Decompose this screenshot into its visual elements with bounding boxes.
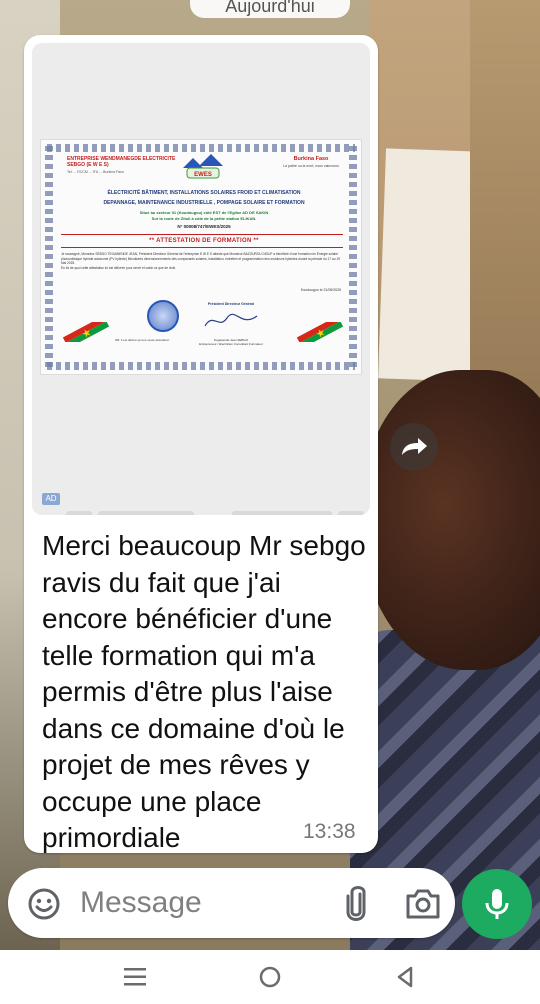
- certificate-title: ** ATTESTATION DE FORMATION **: [149, 238, 259, 244]
- blurred-caption: [338, 511, 364, 515]
- certificate-address-line1: Situé au secteur 01 (Koudougou) côté EST…: [139, 210, 269, 215]
- certificate-footnote: NB: Il est délivré qu'une seule attestat…: [115, 338, 170, 342]
- composer-bar: [0, 860, 540, 950]
- blurred-caption: [98, 511, 194, 515]
- certificate-document: ENTREPRISE WENDMANEGDE ELECTRICITE SEBGO…: [40, 139, 362, 375]
- recent-apps-button[interactable]: [120, 962, 150, 992]
- camera-button[interactable]: [403, 886, 443, 922]
- certificate-services-line2: DEPANNAGE, MAINTENANCE INDUSTRIELLE , PO…: [103, 200, 305, 206]
- message-input[interactable]: [80, 884, 320, 922]
- certificate-place-date: Koudougou le 21/05/2025: [300, 288, 341, 292]
- certificate-company-details: Tel: ... RCCM ... IFU ... Burkina Faso: [67, 170, 124, 174]
- background-paper: [378, 148, 481, 382]
- seal-stamp-icon: [147, 300, 179, 332]
- back-button[interactable]: [390, 962, 420, 992]
- attach-button[interactable]: [338, 884, 374, 924]
- burkina-flag-left-icon: [62, 322, 110, 342]
- image-attachment[interactable]: ENTREPRISE WENDMANEGDE ELECTRICITE SEBGO…: [32, 43, 370, 515]
- certificate-border-bottom: [47, 362, 355, 370]
- back-triangle-icon: [397, 966, 413, 988]
- message-composer: [8, 868, 455, 938]
- camera-icon: [406, 889, 440, 919]
- background-person-head: [360, 370, 540, 670]
- logo-text: EWES: [194, 172, 212, 178]
- certificate-services-line1: ÉLECTRICITÉ BÂTIMENT, INSTALLATIONS SOLA…: [107, 190, 301, 196]
- date-separator: Aujourd'hui: [190, 0, 350, 18]
- certificate-motto: La patrie ou la mort, nous vaincrons: [283, 164, 339, 168]
- certificate-signatory-role: Entrepreneur / Electricien Consultant Fo…: [199, 342, 263, 346]
- signature-icon: [204, 313, 258, 327]
- forward-button[interactable]: [390, 423, 438, 471]
- emoji-icon: [28, 888, 60, 920]
- blurred-caption: [66, 511, 92, 515]
- paperclip-icon: [346, 886, 366, 921]
- certificate-company-name: ENTREPRISE WENDMANEGDE ELECTRICITE SEBGO…: [67, 156, 176, 168]
- home-button[interactable]: [255, 962, 285, 992]
- certificate-reference: N° 00008/747/EWES/2025: [177, 224, 231, 229]
- blurred-caption: [232, 511, 332, 515]
- system-navigation-bar: [0, 950, 540, 1004]
- certificate-country: Burkina Faso: [293, 156, 329, 162]
- certificate-body-closing: En foi de quoi cette attestation lui est…: [61, 265, 176, 270]
- home-circle-icon: [259, 966, 281, 988]
- certificate-divider: [61, 247, 343, 248]
- forward-icon: [402, 438, 427, 455]
- message-timestamp: 13:38: [303, 820, 356, 843]
- ad-badge: AD: [42, 493, 60, 505]
- certificate-body-text: Je soussigné, Monsieur SEBGO TEGAWENDE J…: [61, 252, 340, 265]
- certificate-signatory-title: Président Directeur Général: [207, 302, 255, 306]
- certificate-border-right: [349, 146, 357, 368]
- burkina-flag-right-icon: [296, 322, 344, 342]
- microphone-icon: [485, 889, 509, 919]
- certificate-divider: [61, 234, 343, 235]
- certificate-border-top: [47, 144, 355, 152]
- certificate-border-left: [45, 146, 53, 368]
- emoji-button[interactable]: [26, 886, 62, 922]
- certificate-address-line2: Sur la route de Zitoli à côté de la peti…: [151, 216, 257, 221]
- certificate-body: Je soussigné, Monsieur SEBGO TEGAWENDE J…: [61, 252, 343, 270]
- company-logo-icon: EWES: [183, 154, 223, 179]
- message-text: Merci beaucoup Mr sebgo ravis du fait qu…: [42, 530, 366, 853]
- voice-message-button[interactable]: [462, 869, 532, 939]
- menu-lines-icon: [124, 968, 146, 986]
